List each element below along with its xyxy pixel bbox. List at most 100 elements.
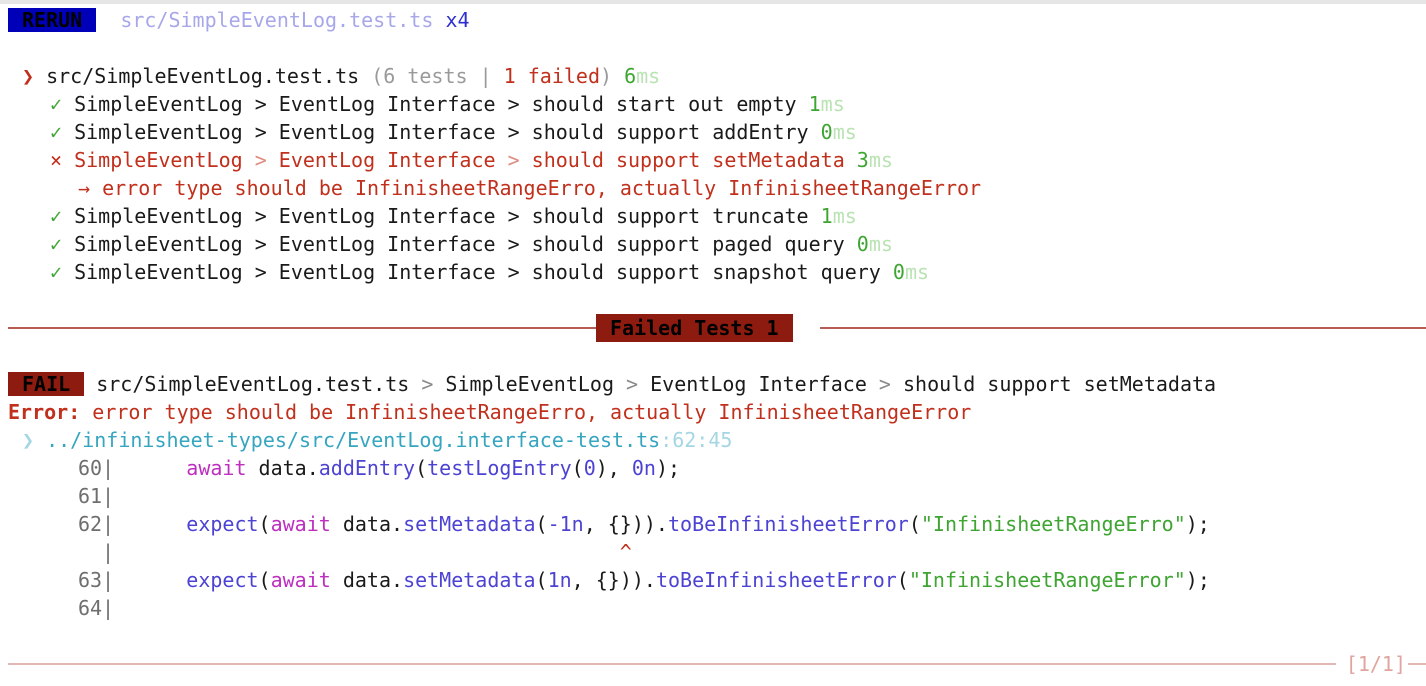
- test-time-value: 1: [808, 92, 821, 116]
- test-time-unit: ms: [904, 260, 930, 284]
- line-number: 63: [78, 568, 103, 592]
- test-path: SimpleEventLog > EventLog Interface > sh…: [74, 92, 797, 116]
- rerun-file: src/SimpleEventLog.test.ts: [120, 8, 434, 32]
- fail-header: FAIL src/SimpleEventLog.test.ts > Simple…: [8, 370, 1216, 398]
- code-token: (: [258, 512, 271, 536]
- code-token: (: [571, 456, 584, 480]
- line-number: 64: [78, 596, 103, 620]
- test-row: ✓ SimpleEventLog > EventLog Interface > …: [50, 258, 929, 286]
- code-token: (: [535, 512, 548, 536]
- code-token: data.: [330, 512, 404, 536]
- test-row: ✓ SimpleEventLog > EventLog Interface > …: [50, 118, 857, 146]
- test-time-value: 0: [856, 232, 869, 256]
- cross-icon: ×: [50, 148, 63, 172]
- test-path: SimpleEventLog > EventLog Interface > sh…: [74, 232, 845, 256]
- test-time-value: 0: [892, 260, 905, 284]
- check-icon: ✓: [50, 232, 63, 256]
- error-location: ❯ ../infinisheet-types/src/EventLog.inte…: [22, 426, 732, 454]
- code-token: (: [535, 568, 548, 592]
- test-separator: >: [242, 148, 279, 172]
- code-line: 61|: [78, 482, 114, 510]
- code-line: | ^: [78, 538, 632, 566]
- code-line: 63| expect(await data.setMetadata(1n, {}…: [78, 566, 1210, 594]
- check-icon: ✓: [50, 92, 63, 116]
- code-token: expect: [186, 512, 259, 536]
- code-token: toBeInfinisheetError: [667, 512, 909, 536]
- code-token: expect: [186, 568, 259, 592]
- test-name: should support setMetadata: [531, 148, 845, 172]
- code-line: 60| await data.addEntry(testLogEntry(0),…: [78, 454, 680, 482]
- rerun-header: RERUN src/SimpleEventLog.test.ts x4: [8, 6, 470, 34]
- code-token: (: [258, 568, 271, 592]
- location-path: ../infinisheet-types/src/EventLog.interf…: [46, 428, 661, 452]
- failed-tests-title: Failed Tests 1: [596, 314, 793, 342]
- test-path: SimpleEventLog > EventLog Interface > sh…: [74, 260, 881, 284]
- location-position: :62:45: [660, 428, 733, 452]
- suite-failed-count: 1 failed: [503, 64, 600, 88]
- suite-time-value: 6: [624, 64, 637, 88]
- check-icon: ✓: [50, 120, 63, 144]
- fail-separator: >: [614, 372, 651, 396]
- code-token: toBeInfinisheetError: [655, 568, 897, 592]
- suite-file: src/SimpleEventLog.test.ts: [46, 64, 360, 88]
- gutter-bar: |: [102, 512, 115, 536]
- line-number: 62: [78, 512, 103, 536]
- code-token: 0: [583, 456, 596, 480]
- test-path: SimpleEventLog > EventLog Interface > sh…: [74, 204, 809, 228]
- error-message: error type should be InfinisheetRangeErr…: [92, 400, 972, 424]
- suite-time-unit: ms: [636, 64, 661, 88]
- rerun-badge: RERUN: [8, 8, 97, 32]
- code-token: setMetadata: [403, 512, 536, 536]
- code-token: 0n: [631, 456, 656, 480]
- code-token: (: [896, 568, 909, 592]
- gutter-bar: |: [102, 484, 115, 508]
- error-label: Error:: [8, 400, 81, 424]
- test-time-unit: ms: [868, 148, 893, 172]
- test-time-unit: ms: [820, 92, 845, 116]
- separator-line-right: [820, 327, 1426, 329]
- test-row: ✓ SimpleEventLog > EventLog Interface > …: [50, 202, 857, 230]
- footer-line: [8, 663, 1336, 665]
- line-number: 60: [78, 456, 103, 480]
- footer-line-end: [1408, 663, 1426, 665]
- fail-suite: SimpleEventLog: [445, 372, 614, 396]
- test-time-value: 0: [820, 120, 833, 144]
- suite-summary-close: ): [600, 64, 613, 88]
- code-token: (: [415, 456, 428, 480]
- gutter-bar: |: [102, 456, 115, 480]
- fail-group: EventLog Interface: [650, 372, 867, 396]
- test-row: ✓ SimpleEventLog > EventLog Interface > …: [50, 230, 893, 258]
- fail-separator: >: [409, 372, 446, 396]
- test-suite-name: SimpleEventLog: [74, 148, 243, 172]
- code-line: 62| expect(await data.setMetadata(-1n, {…: [78, 510, 1210, 538]
- arrow-right-icon: →: [78, 176, 91, 200]
- code-token: ),: [595, 456, 632, 480]
- fail-separator: >: [866, 372, 903, 396]
- code-token: await: [270, 568, 331, 592]
- test-time-unit: ms: [832, 204, 857, 228]
- test-time-unit: ms: [868, 232, 893, 256]
- code-token: , {})).: [571, 568, 656, 592]
- fail-badge: FAIL: [8, 372, 85, 396]
- test-row: ✓ SimpleEventLog > EventLog Interface > …: [50, 90, 845, 118]
- code-token: setMetadata: [403, 568, 536, 592]
- rerun-count: x4: [445, 8, 470, 32]
- suite-line: ❯ src/SimpleEventLog.test.ts (6 tests | …: [22, 62, 660, 90]
- test-path: SimpleEventLog > EventLog Interface > sh…: [74, 120, 809, 144]
- check-icon: ✓: [50, 204, 63, 228]
- code-line: 64|: [78, 594, 114, 622]
- error-line: Error: error type should be InfinisheetR…: [8, 398, 971, 426]
- code-token: );: [1185, 568, 1210, 592]
- code-token: testLogEntry: [427, 456, 572, 480]
- code-token: "InfinisheetRangeErro": [920, 512, 1186, 536]
- check-icon: ✓: [50, 260, 63, 284]
- caret-marker: ^: [619, 540, 632, 564]
- gutter-bar: |: [102, 568, 115, 592]
- test-separator: >: [495, 148, 532, 172]
- code-token: , {})).: [583, 512, 668, 536]
- test-group: EventLog Interface: [278, 148, 496, 172]
- code-token: (: [908, 512, 921, 536]
